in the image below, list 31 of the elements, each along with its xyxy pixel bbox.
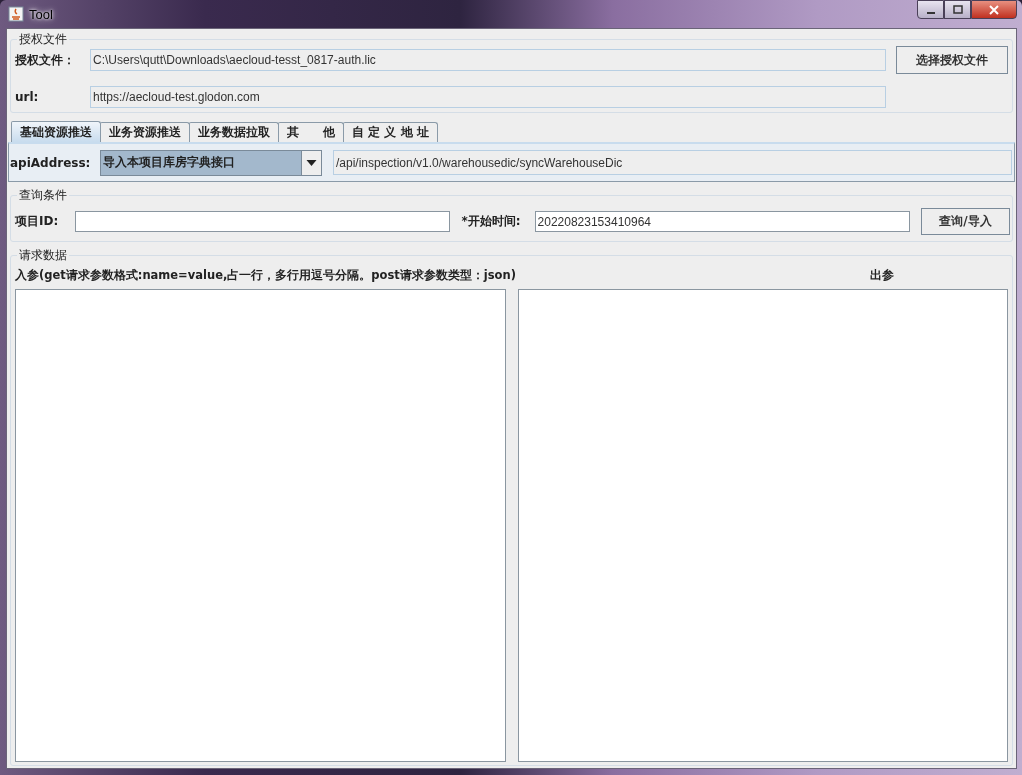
- window-title: Tool: [29, 6, 53, 22]
- output-params-label: 出参: [868, 267, 895, 283]
- input-field[interactable]: C:\Users\qutt\Downloads\aecloud-tesst_0817-auth.lic: [90, 49, 886, 71]
- input-params-label: 入参(get请求参数格式:name=value,占一行，多行用逗号分隔。post请求参数类型：json): [15, 267, 516, 283]
- maximize-button[interactable]: [944, 0, 971, 19]
- group-title: 授权文件: [17, 31, 69, 48]
- input-field[interactable]: https://aecloud-test.glodon.com: [90, 86, 886, 108]
- field-label: apiAddress:: [10, 155, 92, 170]
- tab[interactable]: 其 他: [278, 122, 344, 142]
- minimize-button[interactable]: [917, 0, 944, 19]
- input-field[interactable]: 20220823153410964: [534, 211, 910, 232]
- field-label: *开始时间:: [461, 213, 521, 230]
- maximize-icon: [952, 4, 963, 15]
- tab[interactable]: 自 定 义 地 址: [343, 122, 438, 142]
- input-field[interactable]: /api/inspection/v1.0/warehousedic/syncWarehouseDic: [333, 150, 1012, 175]
- close-icon: [989, 4, 999, 15]
- app-icon: [8, 6, 24, 22]
- input-text-area[interactable]: [15, 289, 506, 762]
- group-title: 查询条件: [17, 187, 69, 204]
- choose-file-button[interactable]: 选择授权文件: [896, 46, 1008, 74]
- tab[interactable]: 基础资源推送: [11, 121, 101, 142]
- field-label: url:: [15, 90, 40, 104]
- field-label: 授权文件：: [15, 51, 76, 69]
- close-button[interactable]: [971, 0, 1017, 19]
- group-title: 请求数据: [17, 247, 69, 264]
- query-button[interactable]: 查询/导入: [921, 208, 1010, 235]
- field-label: 项目ID:: [15, 213, 60, 230]
- input-field[interactable]: [75, 211, 451, 232]
- api-dropdown[interactable]: 导入本项目库房字典接口: [100, 149, 322, 176]
- minimize-icon: [926, 11, 935, 14]
- caret-icon: [306, 159, 317, 166]
